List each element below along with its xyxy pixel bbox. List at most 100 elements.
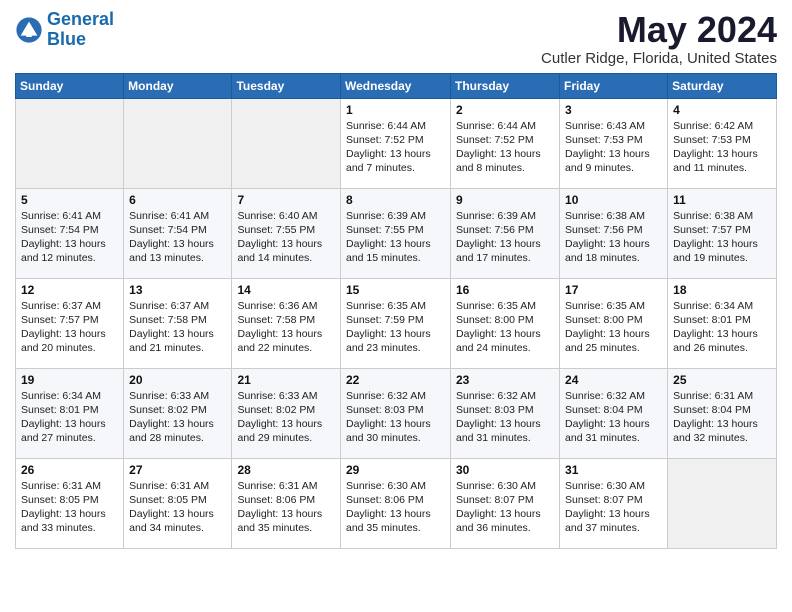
day-number: 14 <box>237 283 335 297</box>
day-info: Sunrise: 6:39 AM Sunset: 7:56 PM Dayligh… <box>456 209 554 266</box>
day-info: Sunrise: 6:30 AM Sunset: 8:06 PM Dayligh… <box>346 479 445 536</box>
col-tuesday: Tuesday <box>232 73 341 98</box>
calendar-cell: 26 Sunrise: 6:31 AM Sunset: 8:05 PM Dayli… <box>16 458 124 548</box>
day-number: 30 <box>456 463 554 477</box>
calendar-cell: 17 Sunrise: 6:35 AM Sunset: 8:00 PM Dayli… <box>560 278 668 368</box>
calendar-cell: 14 Sunrise: 6:36 AM Sunset: 7:58 PM Dayli… <box>232 278 341 368</box>
day-number: 20 <box>129 373 226 387</box>
calendar-cell <box>668 458 777 548</box>
day-info: Sunrise: 6:33 AM Sunset: 8:02 PM Dayligh… <box>129 389 226 446</box>
calendar-cell: 11 Sunrise: 6:38 AM Sunset: 7:57 PM Dayli… <box>668 188 777 278</box>
day-number: 22 <box>346 373 445 387</box>
day-info: Sunrise: 6:31 AM Sunset: 8:04 PM Dayligh… <box>673 389 771 446</box>
day-number: 25 <box>673 373 771 387</box>
page-container: GeneralBlue May 2024 Cutler Ridge, Flori… <box>0 0 792 559</box>
calendar-cell: 29 Sunrise: 6:30 AM Sunset: 8:06 PM Dayli… <box>341 458 451 548</box>
day-number: 12 <box>21 283 118 297</box>
subtitle: Cutler Ridge, Florida, United States <box>541 50 777 67</box>
logo: GeneralBlue <box>15 10 114 50</box>
day-number: 7 <box>237 193 335 207</box>
day-info: Sunrise: 6:35 AM Sunset: 8:00 PM Dayligh… <box>456 299 554 356</box>
day-number: 10 <box>565 193 662 207</box>
main-title: May 2024 <box>541 10 777 50</box>
day-number: 24 <box>565 373 662 387</box>
day-number: 6 <box>129 193 226 207</box>
day-number: 3 <box>565 103 662 117</box>
day-info: Sunrise: 6:31 AM Sunset: 8:06 PM Dayligh… <box>237 479 335 536</box>
col-friday: Friday <box>560 73 668 98</box>
day-info: Sunrise: 6:37 AM Sunset: 7:57 PM Dayligh… <box>21 299 118 356</box>
day-info: Sunrise: 6:39 AM Sunset: 7:55 PM Dayligh… <box>346 209 445 266</box>
calendar-cell: 27 Sunrise: 6:31 AM Sunset: 8:05 PM Dayli… <box>124 458 232 548</box>
calendar-cell <box>124 98 232 188</box>
day-number: 13 <box>129 283 226 297</box>
calendar-cell: 10Sunrise: 6:38 AM Sunset: 7:56 PM Dayli… <box>560 188 668 278</box>
day-info: Sunrise: 6:41 AM Sunset: 7:54 PM Dayligh… <box>21 209 118 266</box>
day-number: 4 <box>673 103 771 117</box>
day-number: 1 <box>346 103 445 117</box>
calendar-cell: 25 Sunrise: 6:31 AM Sunset: 8:04 PM Dayli… <box>668 368 777 458</box>
calendar-cell: 9 Sunrise: 6:39 AM Sunset: 7:56 PM Daylig… <box>451 188 560 278</box>
day-info: Sunrise: 6:35 AM Sunset: 7:59 PM Dayligh… <box>346 299 445 356</box>
calendar-cell: 12 Sunrise: 6:37 AM Sunset: 7:57 PM Dayli… <box>16 278 124 368</box>
day-info: Sunrise: 6:31 AM Sunset: 8:05 PM Dayligh… <box>21 479 118 536</box>
day-info: Sunrise: 6:30 AM Sunset: 8:07 PM Dayligh… <box>456 479 554 536</box>
header: GeneralBlue May 2024 Cutler Ridge, Flori… <box>15 10 777 67</box>
day-info: Sunrise: 6:36 AM Sunset: 7:58 PM Dayligh… <box>237 299 335 356</box>
logo-icon <box>15 16 43 44</box>
day-info: Sunrise: 6:32 AM Sunset: 8:04 PM Dayligh… <box>565 389 662 446</box>
calendar-week-row: 19 Sunrise: 6:34 AM Sunset: 8:01 PM Dayli… <box>16 368 777 458</box>
calendar-cell: 4Sunrise: 6:42 AM Sunset: 7:53 PM Daylig… <box>668 98 777 188</box>
day-info: Sunrise: 6:35 AM Sunset: 8:00 PM Dayligh… <box>565 299 662 356</box>
day-number: 2 <box>456 103 554 117</box>
day-number: 26 <box>21 463 118 477</box>
col-saturday: Saturday <box>668 73 777 98</box>
day-number: 23 <box>456 373 554 387</box>
calendar-cell: 18 Sunrise: 6:34 AM Sunset: 8:01 PM Dayli… <box>668 278 777 368</box>
col-sunday: Sunday <box>16 73 124 98</box>
calendar-cell: 19 Sunrise: 6:34 AM Sunset: 8:01 PM Dayli… <box>16 368 124 458</box>
day-info: Sunrise: 6:34 AM Sunset: 8:01 PM Dayligh… <box>21 389 118 446</box>
day-number: 8 <box>346 193 445 207</box>
day-info: Sunrise: 6:32 AM Sunset: 8:03 PM Dayligh… <box>456 389 554 446</box>
logo-text: GeneralBlue <box>47 10 114 50</box>
calendar-cell: 21Sunrise: 6:33 AM Sunset: 8:02 PM Dayli… <box>232 368 341 458</box>
day-info: Sunrise: 6:44 AM Sunset: 7:52 PM Dayligh… <box>456 119 554 176</box>
day-number: 27 <box>129 463 226 477</box>
calendar-cell: 5 Sunrise: 6:41 AM Sunset: 7:54 PM Daylig… <box>16 188 124 278</box>
calendar-cell: 20 Sunrise: 6:33 AM Sunset: 8:02 PM Dayli… <box>124 368 232 458</box>
calendar-cell: 16Sunrise: 6:35 AM Sunset: 8:00 PM Dayli… <box>451 278 560 368</box>
day-number: 19 <box>21 373 118 387</box>
calendar-cell: 1Sunrise: 6:44 AM Sunset: 7:52 PM Daylig… <box>341 98 451 188</box>
calendar-cell: 31Sunrise: 6:30 AM Sunset: 8:07 PM Dayli… <box>560 458 668 548</box>
day-info: Sunrise: 6:34 AM Sunset: 8:01 PM Dayligh… <box>673 299 771 356</box>
col-wednesday: Wednesday <box>341 73 451 98</box>
day-number: 17 <box>565 283 662 297</box>
calendar-cell: 8 Sunrise: 6:39 AM Sunset: 7:55 PM Daylig… <box>341 188 451 278</box>
day-number: 9 <box>456 193 554 207</box>
day-number: 5 <box>21 193 118 207</box>
calendar-cell: 7 Sunrise: 6:40 AM Sunset: 7:55 PM Daylig… <box>232 188 341 278</box>
day-number: 29 <box>346 463 445 477</box>
day-number: 18 <box>673 283 771 297</box>
calendar-cell <box>232 98 341 188</box>
day-info: Sunrise: 6:30 AM Sunset: 8:07 PM Dayligh… <box>565 479 662 536</box>
day-number: 15 <box>346 283 445 297</box>
calendar-cell: 13Sunrise: 6:37 AM Sunset: 7:58 PM Dayli… <box>124 278 232 368</box>
day-info: Sunrise: 6:32 AM Sunset: 8:03 PM Dayligh… <box>346 389 445 446</box>
col-thursday: Thursday <box>451 73 560 98</box>
day-info: Sunrise: 6:33 AM Sunset: 8:02 PM Dayligh… <box>237 389 335 446</box>
day-number: 11 <box>673 193 771 207</box>
calendar-week-row: 12 Sunrise: 6:37 AM Sunset: 7:57 PM Dayli… <box>16 278 777 368</box>
day-info: Sunrise: 6:38 AM Sunset: 7:57 PM Dayligh… <box>673 209 771 266</box>
day-info: Sunrise: 6:40 AM Sunset: 7:55 PM Dayligh… <box>237 209 335 266</box>
col-monday: Monday <box>124 73 232 98</box>
calendar-header-row: Sunday Monday Tuesday Wednesday Thursday… <box>16 73 777 98</box>
day-info: Sunrise: 6:43 AM Sunset: 7:53 PM Dayligh… <box>565 119 662 176</box>
calendar-cell: 30 Sunrise: 6:30 AM Sunset: 8:07 PM Dayli… <box>451 458 560 548</box>
calendar-cell <box>16 98 124 188</box>
calendar-cell: 2 Sunrise: 6:44 AM Sunset: 7:52 PM Daylig… <box>451 98 560 188</box>
calendar-table: Sunday Monday Tuesday Wednesday Thursday… <box>15 73 777 549</box>
day-info: Sunrise: 6:31 AM Sunset: 8:05 PM Dayligh… <box>129 479 226 536</box>
calendar-week-row: 26 Sunrise: 6:31 AM Sunset: 8:05 PM Dayli… <box>16 458 777 548</box>
